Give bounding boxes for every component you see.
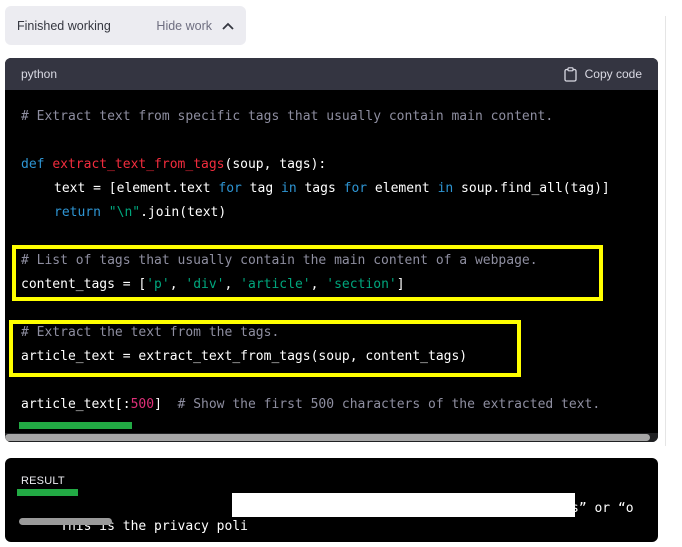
result-block: RESULT 'This is the privacy poli s” or “… — [5, 458, 658, 542]
horizontal-scrollbar[interactable] — [5, 433, 658, 442]
code-language: python — [21, 67, 58, 81]
redaction-block — [232, 493, 575, 517]
result-text-end: s” or “o — [571, 501, 634, 516]
code-line-return: return "\n".join(text) — [54, 205, 227, 220]
code-line-def: def extract_text_from_tags(soup, tags): — [21, 157, 327, 172]
code-block: python Copy code # Extract text from spe… — [5, 58, 658, 442]
code-line-text-assign: text = [element.text for tag in tags for… — [54, 181, 610, 196]
divider — [665, 16, 666, 446]
code-line-show-first: article_text[:500] # Show the first 500 … — [21, 397, 601, 412]
result-scrollbar-thumb[interactable] — [19, 518, 112, 525]
highlight-box-article-text — [9, 320, 521, 377]
copy-code-label: Copy code — [584, 67, 642, 81]
result-underline-marker — [17, 489, 78, 496]
copy-code-button[interactable]: Copy code — [563, 66, 642, 82]
chevron-up-icon — [222, 22, 234, 30]
highlight-box-content-tags — [12, 245, 603, 301]
clipboard-icon — [563, 66, 577, 82]
hide-work-toggle[interactable]: Hide work — [156, 19, 234, 33]
code-line-comment-extract: # Extract text from specific tags that u… — [21, 109, 554, 124]
scrollbar-thumb[interactable] — [5, 434, 650, 441]
underline-marker — [19, 422, 132, 429]
hide-work-label: Hide work — [156, 18, 212, 33]
status-label: Finished working — [17, 18, 111, 33]
code-header: python Copy code — [5, 58, 658, 90]
work-status-bar: Finished working Hide work — [5, 6, 246, 45]
result-label: RESULT — [21, 475, 65, 487]
